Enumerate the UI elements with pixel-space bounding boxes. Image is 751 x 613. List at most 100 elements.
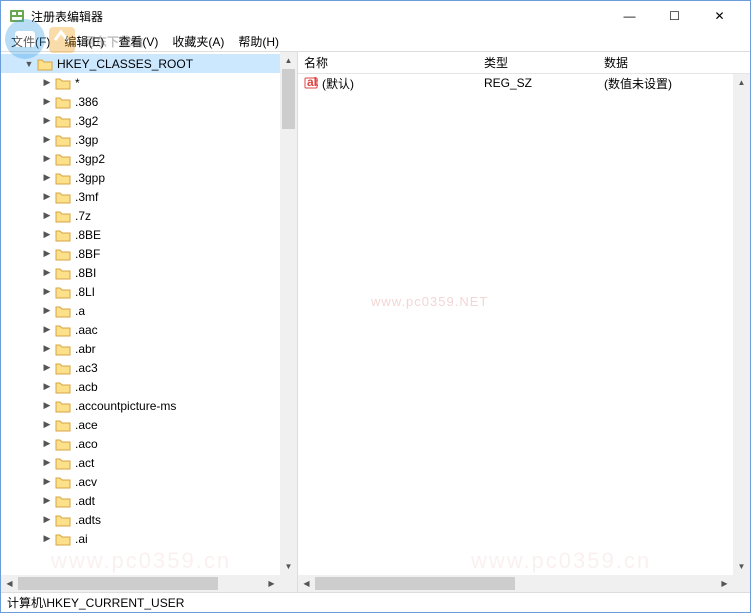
tree-item[interactable]: ▶ .ace (1, 415, 280, 434)
scroll-left-button[interactable]: ◀ (298, 575, 315, 592)
expand-icon[interactable]: ▼ (23, 58, 35, 70)
tree-item[interactable]: ▶.ac3 (1, 358, 280, 377)
tree-item[interactable]: ▶ .8BE (1, 225, 280, 244)
expand-icon[interactable]: ▶ (41, 191, 53, 203)
tree-item[interactable]: ▶.3gp2 (1, 149, 280, 168)
tree-item[interactable]: ▶.8BF (1, 244, 280, 263)
scroll-track[interactable] (315, 575, 716, 592)
scroll-down-button[interactable]: ▼ (733, 558, 750, 575)
menu-file[interactable]: 文件(F) (5, 31, 56, 52)
scroll-right-button[interactable]: ▶ (263, 575, 280, 592)
expand-icon[interactable]: ▶ (41, 210, 53, 222)
expand-icon[interactable]: ▶ (41, 96, 53, 108)
expand-icon[interactable]: ▶ (41, 115, 53, 127)
tree-scrollbar-horizontal[interactable]: ◀ ▶ (1, 575, 280, 592)
tree-item[interactable]: ▶* (1, 73, 280, 92)
tree-label: .8LI (75, 285, 95, 299)
scroll-up-button[interactable]: ▲ (280, 52, 297, 69)
expand-icon[interactable]: ▶ (41, 533, 53, 545)
close-button[interactable]: ✕ (697, 2, 742, 30)
expand-icon[interactable]: ▶ (41, 438, 53, 450)
list-scrollbar-vertical[interactable]: ▲ ▼ (733, 74, 750, 575)
tree-root[interactable]: ▼ HKEY_CLASSES_ROOT (1, 54, 280, 73)
folder-icon (55, 228, 71, 242)
list-panel: 名称 类型 数据 ab(默认)REG_SZ(数值未设置) ▲ ▼ ◀ ▶ (298, 52, 750, 592)
tree-item[interactable]: ▶ .adts (1, 510, 280, 529)
scroll-thumb[interactable] (18, 577, 218, 590)
string-value-icon: ab (304, 76, 318, 90)
menu-help[interactable]: 帮助(H) (232, 31, 285, 52)
scroll-down-button[interactable]: ▼ (280, 558, 297, 575)
maximize-button[interactable]: ☐ (652, 2, 697, 30)
menu-view[interactable]: 查看(V) (112, 31, 164, 52)
scroll-right-button[interactable]: ▶ (716, 575, 733, 592)
tree-item[interactable]: ▶.ai (1, 529, 280, 548)
tree-item[interactable]: ▶.8BI (1, 263, 280, 282)
expand-icon[interactable]: ▶ (41, 381, 53, 393)
scroll-track[interactable] (18, 575, 263, 592)
tree-item[interactable]: ▶.accountpicture-ms (1, 396, 280, 415)
expand-icon[interactable]: ▶ (41, 229, 53, 241)
expand-icon[interactable]: ▶ (41, 286, 53, 298)
tree-item[interactable]: ▶.a (1, 301, 280, 320)
expand-icon[interactable]: ▶ (41, 305, 53, 317)
scroll-track[interactable] (733, 91, 750, 558)
tree-item[interactable]: ▶.adt (1, 491, 280, 510)
scroll-thumb[interactable] (282, 69, 295, 129)
list-row[interactable]: ab(默认)REG_SZ(数值未设置) (298, 74, 733, 92)
expand-icon[interactable]: ▶ (41, 400, 53, 412)
tree-label: .386 (75, 95, 98, 109)
tree-item[interactable]: ▶.3gp (1, 130, 280, 149)
list-scrollbar-horizontal[interactable]: ◀ ▶ (298, 575, 733, 592)
tree-item[interactable]: ▶ .acv (1, 472, 280, 491)
tree-label: .act (75, 456, 94, 470)
expand-icon[interactable]: ▶ (41, 172, 53, 184)
tree-label: .ace (75, 418, 98, 432)
tree-label: .adts (75, 513, 101, 527)
expand-icon[interactable]: ▶ (41, 495, 53, 507)
expand-icon[interactable]: ▶ (41, 343, 53, 355)
tree-label: .acv (75, 475, 97, 489)
folder-icon (55, 323, 71, 337)
expand-icon[interactable]: ▶ (41, 476, 53, 488)
tree-item[interactable]: ▶.aco (1, 434, 280, 453)
tree-item[interactable]: ▶.aac (1, 320, 280, 339)
expand-icon[interactable]: ▶ (41, 267, 53, 279)
menubar: 文件(F) 编辑(E) 查看(V) 收藏夹(A) 帮助(H) (1, 31, 750, 51)
tree-item[interactable]: ▶.3g2 (1, 111, 280, 130)
titlebar: 注册表编辑器 — ☐ ✕ (1, 1, 750, 31)
tree-item[interactable]: ▶.acb (1, 377, 280, 396)
column-data[interactable]: 数据 (598, 52, 733, 73)
menu-edit[interactable]: 编辑(E) (58, 31, 110, 52)
expand-icon[interactable]: ▶ (41, 362, 53, 374)
tree-scrollbar-vertical[interactable]: ▲ ▼ (280, 52, 297, 575)
expand-icon[interactable]: ▶ (41, 153, 53, 165)
tree-label: .8BE (75, 228, 101, 242)
expand-icon[interactable]: ▶ (41, 77, 53, 89)
scroll-corner (733, 575, 750, 592)
tree-item[interactable]: ▶ .386 (1, 92, 280, 111)
tree-item[interactable]: ▶.7z (1, 206, 280, 225)
scroll-left-button[interactable]: ◀ (1, 575, 18, 592)
scroll-track[interactable] (280, 69, 297, 558)
tree-item[interactable]: ▶.3mf (1, 187, 280, 206)
tree-label: * (75, 76, 80, 90)
tree-item[interactable]: ▶.3gpp (1, 168, 280, 187)
column-type[interactable]: 类型 (478, 52, 598, 73)
menu-favorites[interactable]: 收藏夹(A) (166, 31, 230, 52)
app-icon (9, 8, 25, 24)
expand-icon[interactable]: ▶ (41, 514, 53, 526)
scroll-thumb[interactable] (315, 577, 515, 590)
scroll-up-button[interactable]: ▲ (733, 74, 750, 91)
expand-icon[interactable]: ▶ (41, 324, 53, 336)
tree-item[interactable]: ▶.abr (1, 339, 280, 358)
tree-label: HKEY_CLASSES_ROOT (57, 57, 193, 71)
minimize-button[interactable]: — (607, 2, 652, 30)
expand-icon[interactable]: ▶ (41, 457, 53, 469)
expand-icon[interactable]: ▶ (41, 248, 53, 260)
expand-icon[interactable]: ▶ (41, 134, 53, 146)
tree-item[interactable]: ▶ .act (1, 453, 280, 472)
tree-item[interactable]: ▶ .8LI (1, 282, 280, 301)
expand-icon[interactable]: ▶ (41, 419, 53, 431)
column-name[interactable]: 名称 (298, 52, 478, 73)
